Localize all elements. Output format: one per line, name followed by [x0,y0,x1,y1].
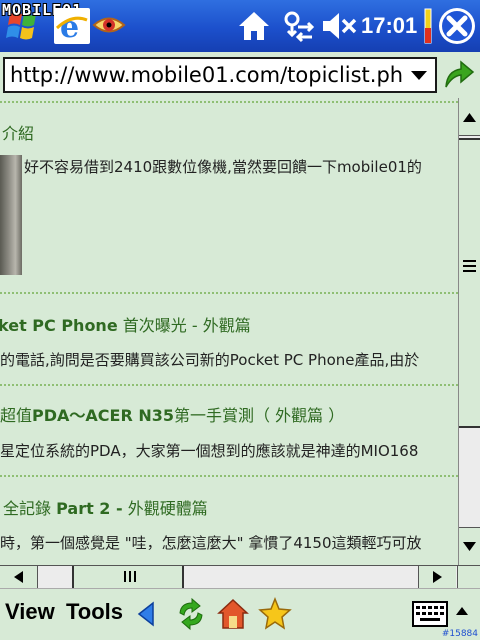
horizontal-scroll-thumb[interactable] [72,566,184,588]
title-bar: MOBILE01 e 17:01 [0,0,480,52]
topic-summary: 星定位系統的PDA，大家第一個想到的應該就是神達的MIO168 [0,442,419,460]
chevron-down-icon [411,71,427,80]
tools-menu[interactable]: Tools [66,599,123,625]
url-dropdown-button[interactable] [405,59,433,91]
divider [0,101,458,103]
topic-heading[interactable]: 超值PDA～ACER N35第一手賞測（ 外觀篇 ） [0,402,344,426]
vertical-scrollbar[interactable] [458,98,480,565]
scroll-right-button[interactable] [418,566,456,588]
topic-heading[interactable]: ket PC Phone 首次曝光 - 外觀篇 [0,312,251,336]
topic-summary: 時，第一個感覺是 "哇，怎麼這麼大" 拿慣了4150這類輕巧可放 [0,534,422,552]
close-icon [439,8,475,44]
back-arrow-icon [137,601,154,627]
scroll-left-button[interactable] [0,566,38,588]
topic-heading[interactable]: 全記錄 Part 2 - 外觀硬體篇 [3,495,208,519]
triangle-up-icon [456,607,468,615]
home-toolbar-icon [217,598,249,629]
favorites-button[interactable] [258,596,292,631]
go-arrow-icon [445,60,475,88]
refresh-icon [179,597,203,631]
input-panel-arrow[interactable] [452,603,472,621]
scrollbar-corner [457,566,480,588]
grip-icon [124,571,136,582]
battery-icon [424,8,432,44]
close-button[interactable] [436,5,478,47]
internet-explorer-icon[interactable]: e [54,8,90,45]
topic-summary: 的電話,詢問是否要購買該公司新的Pocket PC Phone產品,由於 [0,351,420,369]
topic-summary: 好不容易借到2410跟數位像機,當然要回饋一下mobile01的 [24,158,422,176]
divider [0,292,458,294]
page-content: 介紹 好不容易借到2410跟數位像機,當然要回饋一下mobile01的 ket … [0,98,458,565]
home-icon[interactable] [236,9,272,43]
triangle-left-icon [14,571,23,583]
divider [0,475,458,477]
scroll-down-button[interactable] [459,527,480,565]
url-text[interactable]: http://www.mobile01.com/topiclist.ph [10,63,406,87]
horizontal-scrollbar[interactable] [0,565,480,588]
svg-text:e: e [60,10,79,44]
url-input[interactable]: http://www.mobile01.com/topiclist.ph [3,57,437,93]
volume-muted-icon[interactable] [320,10,358,42]
triangle-right-icon [433,571,442,583]
input-panel-button[interactable] [412,601,448,627]
vertical-scroll-thumb[interactable] [459,138,480,428]
clock[interactable]: 17:01 [361,13,417,39]
favorites-star-icon [258,596,292,630]
keyboard-icon [412,601,448,627]
refresh-button[interactable] [174,597,208,631]
view-menu[interactable]: View [5,599,55,625]
topic-thumbnail[interactable] [0,155,22,275]
grip-icon [463,260,476,272]
back-button[interactable] [133,597,167,631]
go-button[interactable] [441,57,477,93]
divider [0,384,458,386]
scroll-up-button[interactable] [459,98,480,136]
triangle-up-icon [463,113,476,122]
corner-tag: #15884 [441,629,478,639]
home-toolbar-button[interactable] [216,597,250,631]
eye-icon[interactable] [92,10,126,40]
address-bar: http://www.mobile01.com/topiclist.ph [0,52,480,98]
topic-heading[interactable]: 介紹 [2,120,34,144]
triangle-down-icon [463,542,476,551]
menu-bar: View Tools #15884 [0,588,480,640]
connectivity-icon[interactable] [278,7,316,45]
